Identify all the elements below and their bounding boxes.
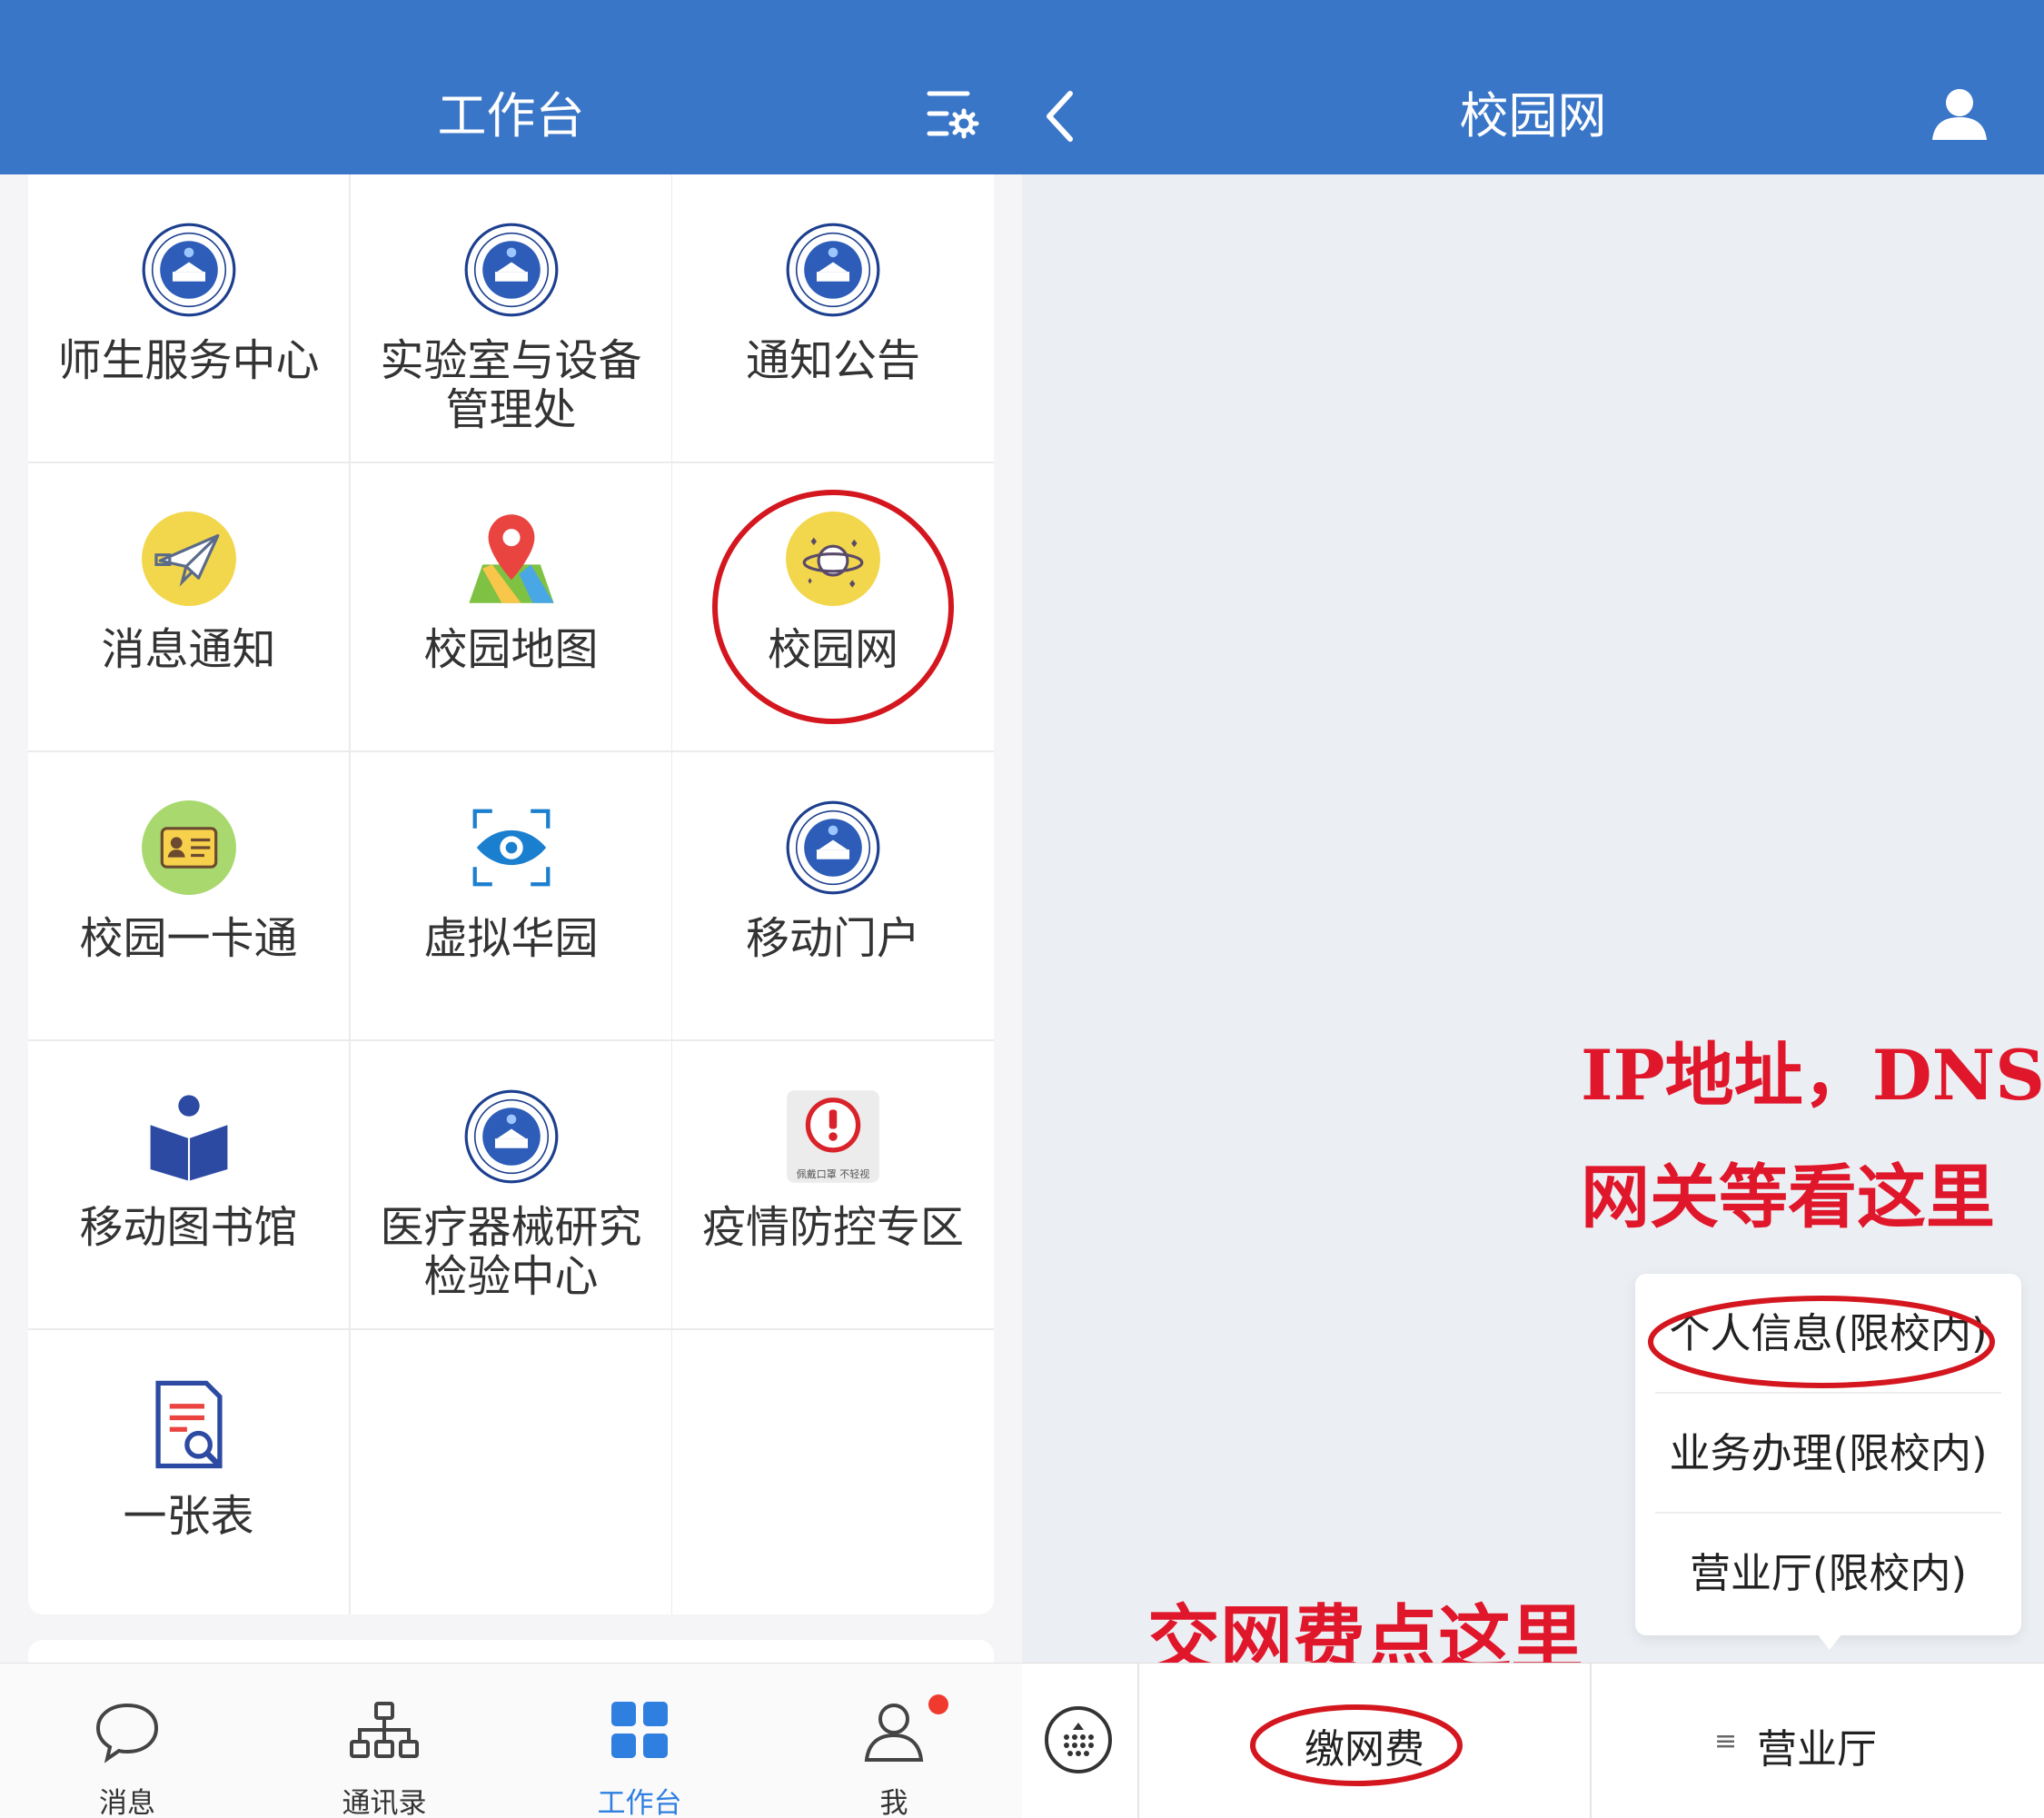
app-tile[interactable]: 校园地图 xyxy=(351,463,671,750)
app-tile[interactable]: 师生服务中心 xyxy=(28,174,349,462)
menu-item-service-hall[interactable]: 营业厅(限校内) xyxy=(1655,1514,2001,1634)
app-label: 实验室与设备 管理处 xyxy=(380,335,642,435)
highlight-circle-campus-net xyxy=(712,490,954,724)
warning-caption: 佩戴口罩 不轻视 xyxy=(796,1168,870,1180)
highlight-circle-personal-info xyxy=(1648,1296,1995,1388)
annotation-line: 网关等看这里 xyxy=(1581,1157,1995,1237)
app-label: 校园地图 xyxy=(423,624,599,675)
app-label: 师生服务中心 xyxy=(57,335,320,386)
annotation-ip-dns: IP地址，DNS， 网关等看这里 xyxy=(1581,1036,2044,1237)
app-label: 消息通知 xyxy=(101,624,276,675)
chat-bubble-icon xyxy=(95,1703,159,1763)
tab-contacts[interactable]: 通讯录 xyxy=(298,1664,471,1818)
workbench-header: 工作台 xyxy=(0,0,1022,174)
app-grid: 师生服务中心 实验室与设备 管理处 通知公告 消息通知 校园地图 校园网 校园一卡通 虚拟华园… xyxy=(28,174,994,1614)
annotation-line: IP地址，DNS， xyxy=(1581,1035,2044,1116)
app-tile[interactable]: 校园一卡通 xyxy=(28,752,349,1039)
keyboard-toggle-icon[interactable] xyxy=(1044,1705,1113,1774)
popup-arrow xyxy=(1817,1634,1842,1650)
school-emblem-icon xyxy=(463,222,560,318)
tab-messages[interactable]: 消息 xyxy=(41,1664,213,1818)
page-title: 校园网 xyxy=(1459,87,1607,144)
app-label: 医疗器械研究 检验中心 xyxy=(380,1202,642,1302)
eye-scan-icon xyxy=(463,800,560,896)
reading-book-icon xyxy=(141,1088,237,1185)
tab-workbench[interactable]: 工作台 xyxy=(553,1664,726,1818)
empty-tile xyxy=(672,1330,994,1614)
app-label: 移动门户 xyxy=(745,913,920,964)
app-tile[interactable]: 移动图书馆 xyxy=(28,1041,349,1328)
settings-list-icon[interactable] xyxy=(927,89,979,140)
tab-me[interactable]: 我 xyxy=(808,1664,980,1818)
grid-icon xyxy=(611,1702,668,1758)
empty-tile xyxy=(351,1330,671,1614)
map-pin-icon xyxy=(463,511,560,607)
app-label: 通知公告 xyxy=(745,335,920,386)
app-tile[interactable]: 消息通知 xyxy=(28,463,349,750)
bottom-bar: 缴网费 ≡ 营业厅 xyxy=(1022,1663,2044,1818)
school-emblem-icon xyxy=(785,222,881,318)
school-emblem-icon xyxy=(463,1088,560,1185)
app-label: 移动图书馆 xyxy=(79,1202,298,1253)
id-card-icon xyxy=(141,800,237,896)
person-icon xyxy=(864,1704,924,1762)
tab-bar: 消息 通讯录 工作台 我 xyxy=(0,1663,1022,1818)
menu-lines-icon: ≡ xyxy=(1714,1725,1738,1757)
campus-net-header: 校园网 xyxy=(1022,0,2044,174)
service-hall-label: 营业厅 xyxy=(1757,1726,1877,1773)
tab-label: 消息 xyxy=(99,1787,155,1818)
tab-label: 工作台 xyxy=(597,1787,682,1818)
app-tile[interactable]: 医疗器械研究 检验中心 xyxy=(351,1041,671,1328)
right-pane: 校园网 IP地址，DNS， 网关等看这里 个人信息(限校内) 业务办理(限校内)… xyxy=(1022,0,2044,1818)
app-label: 虚拟华园 xyxy=(423,913,599,964)
page-title: 工作台 xyxy=(437,87,585,144)
school-emblem-icon xyxy=(785,800,881,896)
app-tile[interactable]: 移动门户 xyxy=(672,752,994,1039)
highlight-circle-pay-fee xyxy=(1250,1704,1463,1786)
service-hall-button[interactable]: ≡ 营业厅 xyxy=(1592,1664,2044,1818)
app-tile[interactable]: 实验室与设备 管理处 xyxy=(351,174,671,462)
app-label: 一张表 xyxy=(123,1491,254,1542)
app-tile[interactable]: 通知公告 xyxy=(672,174,994,462)
notification-dot xyxy=(928,1694,948,1714)
paper-plane-icon xyxy=(141,511,237,607)
school-emblem-icon xyxy=(141,222,237,318)
app-label: 疫情防控专区 xyxy=(701,1202,964,1253)
app-tile[interactable]: 虚拟华园 xyxy=(351,752,671,1039)
tab-label: 通讯录 xyxy=(342,1787,427,1818)
app-label: 校园一卡通 xyxy=(79,913,298,964)
user-profile-icon[interactable] xyxy=(1930,87,1989,142)
document-search-icon xyxy=(141,1377,237,1474)
app-tile[interactable]: 一张表 xyxy=(28,1330,349,1614)
app-tile[interactable]: 佩戴口罩 不轻视疫情防控专区 xyxy=(672,1041,994,1328)
menu-item-business[interactable]: 业务办理(限校内) xyxy=(1655,1394,2001,1514)
org-chart-icon xyxy=(350,1702,419,1758)
left-pane: 工作台 师生服务中心 实验室与设备 管理处 通知公告 消息通知 校园地图 校园网 校园一卡通… xyxy=(0,0,1022,1818)
tab-label: 我 xyxy=(879,1787,908,1818)
